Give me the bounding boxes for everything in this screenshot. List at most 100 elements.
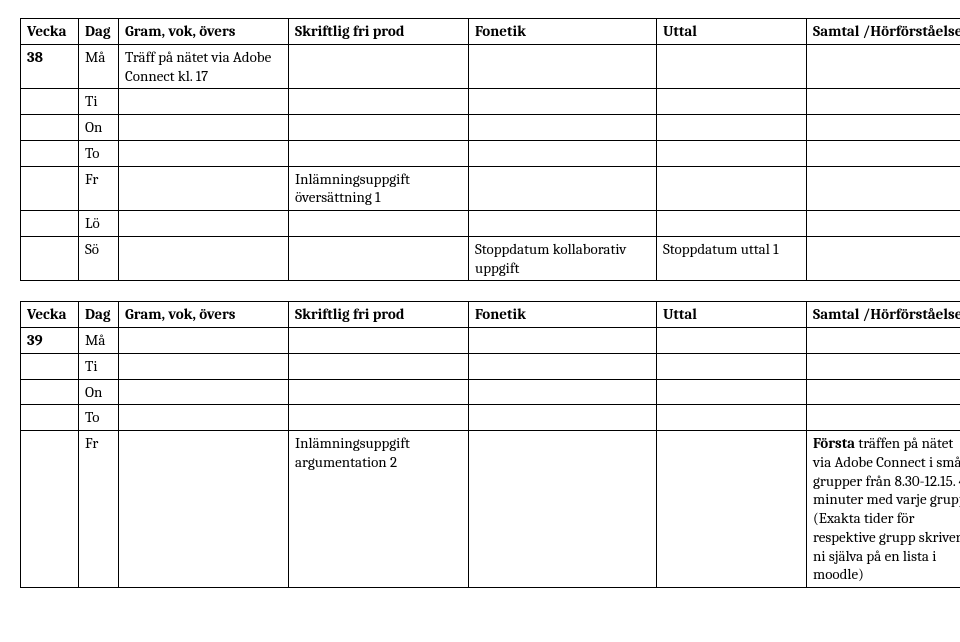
cell — [807, 405, 960, 431]
cell — [21, 140, 79, 166]
cell — [119, 328, 289, 354]
cell — [469, 431, 657, 588]
cell — [807, 89, 960, 115]
cell — [469, 89, 657, 115]
col-samtal: Samtal /Hörförståelse — [807, 19, 960, 45]
cell — [289, 44, 469, 89]
col-dag: Dag — [79, 302, 119, 328]
cell — [807, 379, 960, 405]
cell — [289, 405, 469, 431]
cell — [807, 353, 960, 379]
schedule-table-38: Vecka Dag Gram, vok, övers Skriftlig fri… — [20, 18, 960, 281]
cell: Må — [79, 328, 119, 354]
note-rest: träffen på nätet via Adobe Connect i små… — [813, 434, 960, 583]
col-gram: Gram, vok, övers — [119, 302, 289, 328]
cell: Inlämningsuppgift översättning 1 — [289, 166, 469, 211]
table-header: Vecka Dag Gram, vok, övers Skriftlig fri… — [21, 302, 960, 328]
cell: Träff på nätet via Adobe Connect kl. 17 — [119, 44, 289, 89]
col-gram: Gram, vok, övers — [119, 19, 289, 45]
col-dag: Dag — [79, 19, 119, 45]
table-row: Lö — [21, 211, 960, 237]
col-samtal: Samtal /Hörförståelse — [807, 302, 960, 328]
col-vecka: Vecka — [21, 302, 79, 328]
cell — [469, 353, 657, 379]
table-row: Ti — [21, 89, 960, 115]
table-row: To — [21, 405, 960, 431]
cell — [289, 115, 469, 141]
cell — [807, 115, 960, 141]
table-row: To — [21, 140, 960, 166]
cell — [807, 44, 960, 89]
cell — [21, 353, 79, 379]
cell: 39 — [21, 328, 79, 354]
cell: On — [79, 115, 119, 141]
cell — [807, 328, 960, 354]
cell — [21, 405, 79, 431]
col-skrift: Skriftlig fri prod — [289, 19, 469, 45]
cell — [807, 166, 960, 211]
cell — [119, 236, 289, 281]
cell — [119, 166, 289, 211]
cell — [21, 431, 79, 588]
bold-word: Första — [813, 434, 855, 452]
cell — [657, 211, 807, 237]
col-skrift: Skriftlig fri prod — [289, 302, 469, 328]
cell — [119, 353, 289, 379]
col-vecka: Vecka — [21, 19, 79, 45]
cell — [469, 405, 657, 431]
cell — [289, 89, 469, 115]
cell — [289, 379, 469, 405]
table-header: Vecka Dag Gram, vok, övers Skriftlig fri… — [21, 19, 960, 45]
cell: On — [79, 379, 119, 405]
cell — [289, 140, 469, 166]
cell — [119, 211, 289, 237]
cell-samtal-note: Första träffen på nätet via Adobe Connec… — [807, 431, 960, 588]
col-uttal: Uttal — [657, 19, 807, 45]
cell — [657, 166, 807, 211]
cell — [807, 236, 960, 281]
cell — [469, 211, 657, 237]
cell: Lö — [79, 211, 119, 237]
cell — [21, 236, 79, 281]
table-row: On — [21, 115, 960, 141]
cell — [469, 140, 657, 166]
cell — [119, 405, 289, 431]
cell — [119, 431, 289, 588]
cell: To — [79, 405, 119, 431]
cell — [469, 379, 657, 405]
cell — [21, 115, 79, 141]
table-row: Sö Stoppdatum kollaborativ uppgift Stopp… — [21, 236, 960, 281]
cell — [807, 211, 960, 237]
cell: Sö — [79, 236, 119, 281]
cell: Ti — [79, 353, 119, 379]
cell — [21, 211, 79, 237]
table-row: Ti — [21, 353, 960, 379]
table-row: On — [21, 379, 960, 405]
cell — [657, 89, 807, 115]
table-row: Fr Inlämningsuppgift översättning 1 — [21, 166, 960, 211]
cell — [21, 89, 79, 115]
cell — [21, 379, 79, 405]
cell: Stoppdatum uttal 1 — [657, 236, 807, 281]
cell — [119, 379, 289, 405]
schedule-table-39: Vecka Dag Gram, vok, övers Skriftlig fri… — [20, 301, 960, 588]
cell — [469, 44, 657, 89]
cell — [657, 405, 807, 431]
col-fonetik: Fonetik — [469, 19, 657, 45]
cell — [289, 236, 469, 281]
cell — [21, 166, 79, 211]
cell — [469, 166, 657, 211]
cell: Fr — [79, 431, 119, 588]
cell — [289, 353, 469, 379]
cell — [657, 431, 807, 588]
col-fonetik: Fonetik — [469, 302, 657, 328]
cell: Må — [79, 44, 119, 89]
cell: Inlämningsuppgift argumentation 2 — [289, 431, 469, 588]
cell — [289, 211, 469, 237]
cell: Fr — [79, 166, 119, 211]
cell: 38 — [21, 44, 79, 89]
col-uttal: Uttal — [657, 302, 807, 328]
cell — [119, 140, 289, 166]
table-row: 39 Må — [21, 328, 960, 354]
cell — [657, 44, 807, 89]
